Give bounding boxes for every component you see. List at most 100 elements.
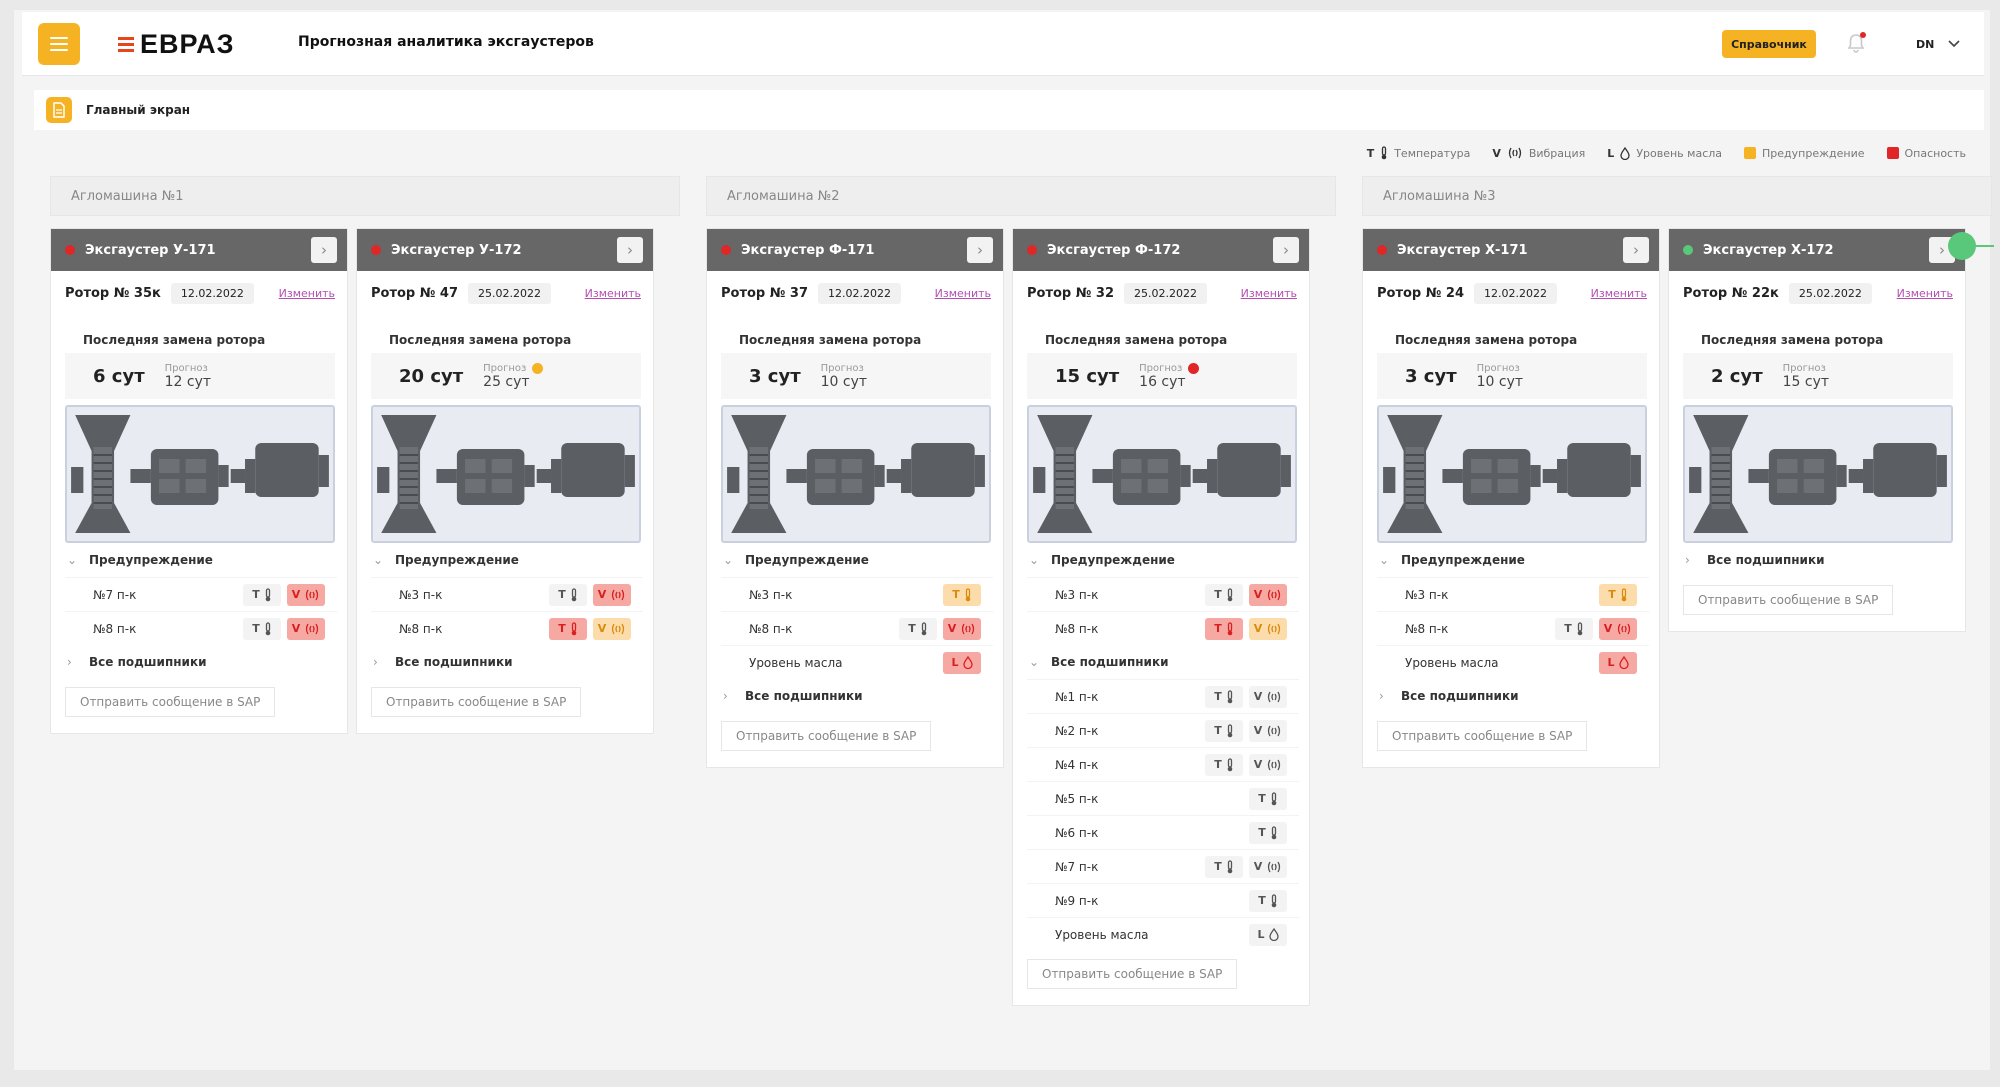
- bearing-row[interactable]: №8 п-к T V: [1377, 611, 1649, 645]
- change-link[interactable]: Изменить: [935, 287, 991, 300]
- exhauster-schematic[interactable]: [1683, 405, 1953, 543]
- all-bearings-label: Все подшипники: [1707, 553, 1825, 567]
- oil-level-badge[interactable]: L: [1599, 651, 1637, 674]
- temperature-badge[interactable]: T: [1205, 753, 1243, 776]
- bearing-row[interactable]: №8 п-к T V: [721, 611, 993, 645]
- exhauster-schematic[interactable]: [371, 405, 641, 543]
- exhauster-schematic[interactable]: [65, 405, 335, 543]
- scroll-handle[interactable]: [1948, 232, 1976, 260]
- chevron-right-icon: ›: [373, 655, 378, 669]
- reference-button[interactable]: Справочник: [1722, 30, 1816, 58]
- days-since-replacement: 3 сут: [1405, 365, 1457, 387]
- bearing-row[interactable]: №8 п-к T V: [65, 611, 337, 645]
- send-to-sap-button[interactable]: Отправить сообщение в SAP: [371, 687, 582, 717]
- temperature-badge[interactable]: T: [1205, 617, 1243, 640]
- change-link[interactable]: Изменить: [1897, 287, 1953, 300]
- all-bearings-label: Все подшипники: [1051, 655, 1169, 669]
- vibration-badge[interactable]: V: [593, 583, 631, 606]
- temperature-badge[interactable]: T: [899, 617, 937, 640]
- exhauster-schematic[interactable]: [1027, 405, 1297, 543]
- send-to-sap-button[interactable]: Отправить сообщение в SAP: [1027, 959, 1238, 989]
- vibration-badge[interactable]: V: [1249, 583, 1287, 606]
- warnings-toggle[interactable]: ⌄ Предупреждение: [51, 543, 347, 577]
- temperature-badge[interactable]: T: [1205, 719, 1243, 742]
- menu-button[interactable]: [38, 23, 80, 65]
- oil-level-badge[interactable]: L: [1249, 923, 1287, 946]
- send-to-sap-button[interactable]: Отправить сообщение в SAP: [721, 721, 932, 751]
- temperature-badge[interactable]: T: [549, 617, 587, 640]
- bearing-row[interactable]: №3 п-к T: [721, 577, 993, 611]
- notifications-bell-icon[interactable]: [1844, 32, 1868, 56]
- temperature-badge[interactable]: T: [243, 617, 281, 640]
- vibration-badge[interactable]: V: [943, 617, 981, 640]
- send-to-sap-button[interactable]: Отправить сообщение в SAP: [65, 687, 276, 717]
- temperature-badge[interactable]: T: [1249, 889, 1287, 912]
- bearing-row[interactable]: №9 п-к T: [1027, 883, 1299, 917]
- vibration-badge[interactable]: V: [1249, 855, 1287, 878]
- temperature-badge[interactable]: T: [1205, 583, 1243, 606]
- send-to-sap-button[interactable]: Отправить сообщение в SAP: [1683, 585, 1894, 615]
- open-details-button[interactable]: ›: [617, 237, 643, 263]
- bearing-row[interactable]: №7 п-к T V: [1027, 849, 1299, 883]
- bearing-row[interactable]: №8 п-к T V: [1027, 611, 1299, 645]
- bearing-row[interactable]: Уровень масла L: [1027, 917, 1299, 951]
- warnings-toggle[interactable]: ⌄ Предупреждение: [1013, 543, 1309, 577]
- vibration-badge[interactable]: V: [1249, 617, 1287, 640]
- bearing-row[interactable]: №3 п-к T: [1377, 577, 1649, 611]
- open-details-button[interactable]: ›: [967, 237, 993, 263]
- warnings-toggle[interactable]: ⌄ Предупреждение: [707, 543, 1003, 577]
- open-details-button[interactable]: ›: [311, 237, 337, 263]
- temperature-badge[interactable]: T: [1205, 685, 1243, 708]
- all-bearings-toggle[interactable]: › Все подшипники: [707, 679, 1003, 713]
- legend-label: Температура: [1394, 146, 1471, 160]
- bearing-row[interactable]: №8 п-к T V: [371, 611, 643, 645]
- bearing-row[interactable]: №3 п-к T V: [371, 577, 643, 611]
- open-details-button[interactable]: ›: [1273, 237, 1299, 263]
- bearing-row[interactable]: №4 п-к T V: [1027, 747, 1299, 781]
- temperature-badge[interactable]: T: [549, 583, 587, 606]
- change-link[interactable]: Изменить: [1591, 287, 1647, 300]
- temperature-badge[interactable]: T: [1599, 583, 1637, 606]
- temperature-badge[interactable]: T: [1249, 787, 1287, 810]
- bearing-row[interactable]: №1 п-к T V: [1027, 679, 1299, 713]
- vibration-badge[interactable]: V: [1249, 685, 1287, 708]
- user-menu[interactable]: DN: [1908, 28, 1974, 60]
- send-to-sap-button[interactable]: Отправить сообщение в SAP: [1377, 721, 1588, 751]
- bearing-row[interactable]: №7 п-к T V: [65, 577, 337, 611]
- rotor-date: 25.02.2022: [1124, 282, 1207, 304]
- vibration-badge[interactable]: V: [287, 617, 325, 640]
- vibration-badge[interactable]: V: [287, 583, 325, 606]
- temperature-badge[interactable]: T: [1555, 617, 1593, 640]
- temperature-badge[interactable]: T: [243, 583, 281, 606]
- exhauster-schematic[interactable]: [721, 405, 991, 543]
- bearing-row[interactable]: №6 п-к T: [1027, 815, 1299, 849]
- bearing-row[interactable]: Уровень масла L: [1377, 645, 1649, 679]
- all-bearings-toggle[interactable]: ⌄ Все подшипники: [1013, 645, 1309, 679]
- vibration-badge[interactable]: V: [1249, 753, 1287, 776]
- change-link[interactable]: Изменить: [585, 287, 641, 300]
- open-details-button[interactable]: ›: [1623, 237, 1649, 263]
- bearing-row[interactable]: №5 п-к T: [1027, 781, 1299, 815]
- bearing-row[interactable]: №2 п-к T V: [1027, 713, 1299, 747]
- exhauster-schematic[interactable]: [1377, 405, 1647, 543]
- all-bearings-toggle[interactable]: › Все подшипники: [51, 645, 347, 679]
- evraz-logo[interactable]: ЕВРАЗ: [118, 28, 235, 60]
- all-bearings-toggle[interactable]: › Все подшипники: [1669, 543, 1965, 577]
- warnings-toggle[interactable]: ⌄ Предупреждение: [1363, 543, 1659, 577]
- vibration-badge[interactable]: V: [1599, 617, 1637, 640]
- oil-level-badge[interactable]: L: [943, 651, 981, 674]
- change-link[interactable]: Изменить: [1241, 287, 1297, 300]
- bearing-row[interactable]: Уровень масла L: [721, 645, 993, 679]
- vibration-badge[interactable]: V: [593, 617, 631, 640]
- exhauster-header: Эксгаустер Ф-172 ›: [1013, 229, 1309, 271]
- bearing-label: №4 п-к: [1055, 757, 1099, 772]
- temperature-badge[interactable]: T: [943, 583, 981, 606]
- bearing-row[interactable]: №3 п-к T V: [1027, 577, 1299, 611]
- change-link[interactable]: Изменить: [279, 287, 335, 300]
- vibration-badge[interactable]: V: [1249, 719, 1287, 742]
- all-bearings-toggle[interactable]: › Все подшипники: [1363, 679, 1659, 713]
- temperature-badge[interactable]: T: [1249, 821, 1287, 844]
- all-bearings-toggle[interactable]: › Все подшипники: [357, 645, 653, 679]
- warnings-toggle[interactable]: ⌄ Предупреждение: [357, 543, 653, 577]
- temperature-badge[interactable]: T: [1205, 855, 1243, 878]
